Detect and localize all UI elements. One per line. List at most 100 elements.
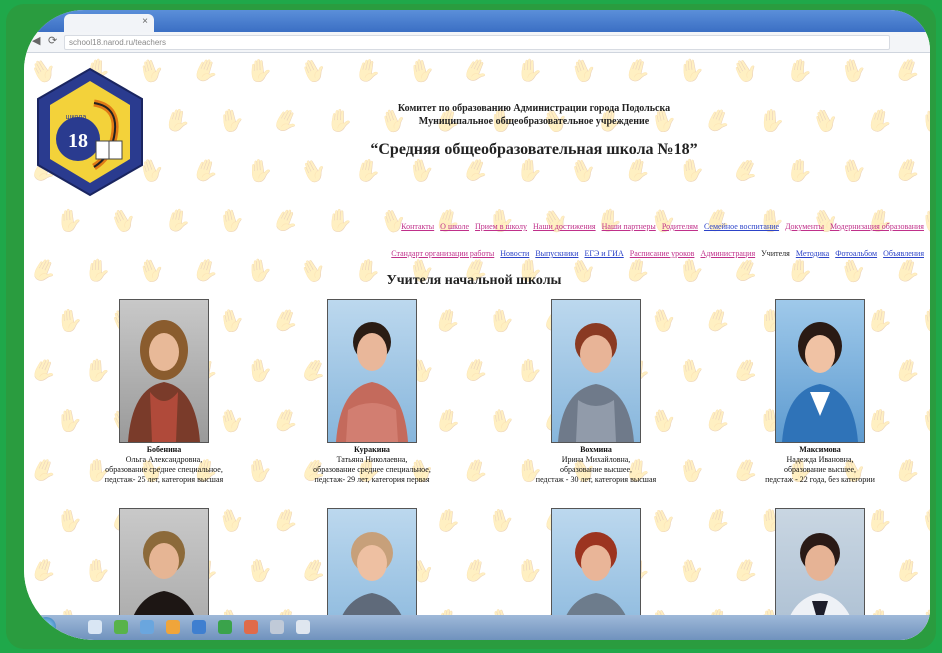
menu-link[interactable]: Прием в школу — [475, 222, 527, 231]
teacher-name: Надежда Ивановна, — [786, 455, 854, 464]
handprint-deco: ✋ — [245, 58, 274, 85]
teacher-name: Татьяна Николаевна, — [336, 455, 408, 464]
teacher-experience: педстаж - 30 лет, категория высшая — [535, 475, 657, 484]
handprint-deco: ✋ — [25, 254, 62, 289]
menu-link[interactable]: О школе — [440, 222, 469, 231]
section-title: Учителя начальной школы — [386, 273, 562, 288]
handprint-deco: ✋ — [566, 55, 601, 88]
menu-link[interactable]: Расписание уроков — [630, 249, 695, 258]
menu-link[interactable]: Объявления — [883, 249, 924, 258]
teacher-surname: Максимова — [799, 445, 841, 454]
handprint-deco: ✋ — [515, 158, 544, 185]
menu-link[interactable]: Методика — [796, 249, 829, 258]
handprint-deco: ✋ — [161, 206, 194, 237]
teacher-name: Ирина Михайловна, — [561, 455, 631, 464]
menu-link[interactable]: Наши достижения — [533, 222, 596, 231]
handprint-deco: ✋ — [216, 106, 248, 137]
handprint-deco: ✋ — [26, 354, 62, 389]
handprint-deco: ✋ — [134, 255, 169, 288]
explorer-icon[interactable] — [88, 620, 102, 634]
handprint-deco: ✋ — [621, 155, 655, 188]
handprint-deco: ✋ — [566, 154, 602, 189]
excel-icon[interactable] — [218, 620, 232, 634]
handprint-deco: ✋ — [105, 204, 142, 239]
handprint-deco: ✋ — [188, 255, 223, 288]
handprint-deco: ✋ — [676, 57, 707, 86]
web-page: ✋ ✋ ✋ ✋ ✋ ✋ ✋ ✋ ✋ ✋ ✋ ✋ ✋ ✋ ✋ ✋ ✋ ✋ ✋ ✋ ✋ ✋ ✋ ✋ ✋ ✋ ✋ ✋ ✋ ✋ ✋ ✋ ✋ ✋ ✋ ✋ ✋ ✋ ✋ ✋… — [24, 53, 930, 640]
teacher-card: Вохмина Ирина Михайловна, образование вы… — [496, 299, 696, 485]
teacher-photo[interactable] — [551, 299, 641, 443]
folder-icon[interactable] — [166, 620, 180, 634]
menu-link[interactable]: Новости — [500, 249, 529, 258]
handprint-deco: ✋ — [515, 58, 545, 85]
menu-link[interactable]: Модернизация образования — [830, 222, 924, 231]
logo-number: 18 — [68, 130, 88, 152]
powerpoint-icon[interactable] — [244, 620, 258, 634]
notepad-icon[interactable] — [296, 620, 310, 634]
header-line1: Комитет по образованию Администрации гор… — [397, 103, 671, 114]
close-icon[interactable]: × — [142, 16, 148, 27]
menu-link[interactable]: ЕГЭ и ГИА — [584, 249, 623, 258]
reload-icon[interactable]: ⟳ — [48, 34, 57, 47]
start-button[interactable] — [36, 617, 56, 637]
menu-link[interactable]: Семейное воспитание — [704, 222, 779, 231]
teacher-surname: Бобенина — [146, 445, 182, 454]
handprint-deco: ✋ — [890, 155, 925, 188]
handprint-deco: ✋ — [268, 204, 304, 239]
handprint-deco: ✋ — [836, 155, 871, 188]
menu-link[interactable]: Администрация — [700, 249, 755, 258]
logo-text: школа — [66, 114, 87, 121]
teacher-name: Ольга Александровна, — [125, 455, 203, 464]
handprint-deco: ✋ — [26, 454, 62, 489]
main-menu: Контакты О школе Прием в школу Наши достиже… — [304, 213, 924, 267]
menu-link: Учителя — [761, 249, 790, 258]
teacher-education: образование среднее специальное, — [105, 465, 223, 474]
url-field[interactable]: school18.narod.ru/teachers — [64, 35, 890, 50]
handprint-deco: ✋ — [245, 158, 275, 185]
teacher-education: образование среднее специальное, — [313, 465, 431, 474]
teacher-surname: Вохмина — [580, 445, 612, 454]
chrome-icon[interactable] — [114, 620, 128, 634]
site-header: Комитет по образованию Администрации гор… — [324, 103, 744, 159]
handprint-deco: ✋ — [727, 153, 764, 190]
teacher-caption: Бобенина Ольга Александровна, образовани… — [64, 445, 264, 485]
school-title: “Средняя общеобразовательная школа №18” — [370, 141, 698, 158]
window-icon[interactable] — [270, 620, 284, 634]
handprint-deco: ✋ — [296, 54, 332, 89]
app-icon[interactable] — [140, 620, 154, 634]
handprint-deco: ✋ — [215, 206, 248, 237]
menu-link[interactable]: Родителям — [662, 222, 698, 231]
browser-tab[interactable]: × — [64, 14, 154, 32]
teacher-card: Бобенина Ольга Александровна, образовани… — [64, 299, 264, 485]
handprint-deco: ✋ — [267, 104, 304, 139]
menu-row1: Контакты О школе Прием в школу Наши достиже… — [304, 213, 924, 240]
menu-link[interactable]: Наши партнеры — [602, 222, 656, 231]
menu-link[interactable]: Документы — [785, 222, 824, 231]
menu-link[interactable]: Контакты — [401, 222, 434, 231]
handprint-deco: ✋ — [620, 55, 655, 88]
menu-row2: Стандарт организации работы Новости Выпуск… — [304, 240, 924, 267]
handprint-deco: ✋ — [351, 56, 384, 87]
os-taskbar — [24, 615, 930, 640]
word-icon[interactable] — [192, 620, 206, 634]
teacher-photo[interactable] — [327, 299, 417, 443]
menu-link[interactable]: Выпускники — [535, 249, 578, 258]
teacher-caption: Вохмина Ирина Михайловна, образование вы… — [496, 445, 696, 485]
teacher-card: Куракина Татьяна Николаевна, образование… — [272, 299, 472, 485]
handprint-deco: ✋ — [26, 555, 61, 588]
handprint-deco: ✋ — [890, 54, 926, 89]
tab-strip: × — [24, 10, 930, 32]
teacher-photo[interactable] — [119, 299, 209, 443]
handprint-deco: ✋ — [295, 154, 332, 189]
teacher-experience: педстаж- 29 лет, категория первая — [314, 475, 430, 484]
teacher-photo[interactable] — [775, 299, 865, 443]
teacher-experience: педстаж - 22 года, без категории — [765, 475, 875, 484]
teacher-education: образование высшее, — [783, 465, 857, 474]
teacher-caption: Куракина Татьяна Николаевна, образование… — [272, 445, 472, 485]
handprint-deco: ✋ — [808, 104, 844, 139]
menu-link[interactable]: Фотоальбом — [835, 249, 877, 258]
teacher-surname: Куракина — [354, 445, 390, 454]
school-logo: 18 школа — [37, 67, 143, 197]
menu-link[interactable]: Стандарт организации работы — [391, 249, 494, 258]
back-icon[interactable]: ◀ — [32, 34, 40, 47]
